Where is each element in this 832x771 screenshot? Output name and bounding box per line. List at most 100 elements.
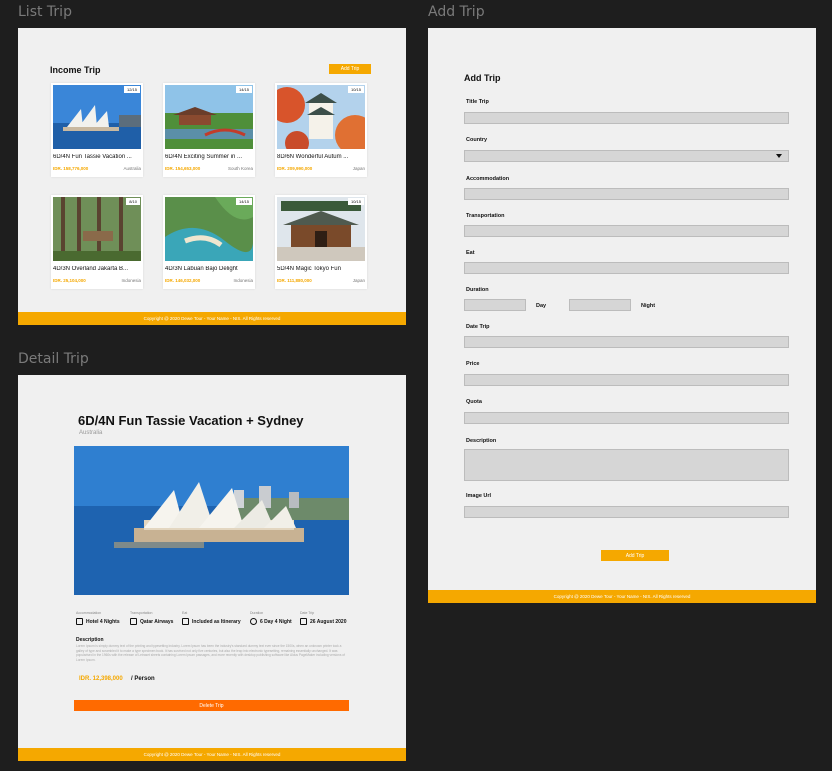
- info-date-trip: Date Trip 26 August 2020: [300, 611, 347, 625]
- description-title: Description: [76, 637, 104, 643]
- accommodation-input[interactable]: [464, 188, 789, 200]
- trip-card[interactable]: 8/10 4D/3N Overland Jakarta B... IDR. 25…: [51, 195, 143, 289]
- duration-night-input[interactable]: [569, 299, 631, 311]
- quota-badge: 12/15: [123, 86, 140, 93]
- trip-card-price: IDR. 146,032,000: [165, 278, 201, 283]
- trip-card[interactable]: 14/15 4D/3N Labuan Bajo Delight IDR. 146…: [163, 195, 255, 289]
- meal-icon: [182, 618, 189, 625]
- info-label: Duration: [250, 611, 264, 615]
- title-trip-label: Title Trip: [466, 99, 489, 105]
- hotel-icon: [76, 618, 83, 625]
- trip-price: IDR. 12,398,000: [79, 676, 123, 682]
- add-trip-frame: Add Trip Title Trip Country Accommodatio…: [428, 28, 816, 603]
- calendar-icon: [300, 618, 307, 625]
- trip-title: 6D/4N Fun Tassie Vacation + Sydney: [78, 413, 304, 428]
- info-eat: Eat Included as Itinerary: [182, 611, 241, 625]
- footer: Copyright @ 2020 Dewe Tour - Your Name -…: [428, 590, 816, 603]
- trip-card-image: [165, 197, 253, 261]
- delete-trip-button[interactable]: Delete Trip: [74, 700, 349, 711]
- trip-card[interactable]: 10/15 5D/4N Magic Tokyo Fun IDR. 111,880…: [275, 195, 367, 289]
- day-label: Day: [536, 303, 547, 309]
- info-value: Qatar Airways: [140, 618, 174, 625]
- description-textarea[interactable]: [464, 449, 789, 481]
- trip-card-image: [277, 197, 365, 261]
- price-label: Price: [466, 361, 480, 367]
- trip-card-country: Indonesia: [233, 278, 253, 283]
- info-value: Included as Itinerary: [192, 618, 241, 625]
- trip-country: Australia: [79, 430, 103, 436]
- night-label: Night: [641, 303, 656, 309]
- info-value: 26 August 2020: [310, 618, 347, 625]
- info-label: Accommodation: [76, 611, 102, 615]
- date-trip-label: Date Trip: [466, 324, 490, 330]
- image-url-label: Image Url: [466, 493, 492, 499]
- info-label: Date Trip: [300, 611, 315, 615]
- info-label: Eat: [182, 611, 188, 615]
- trip-card-title: 5D/4N Magic Tokyo Fun: [277, 266, 341, 272]
- income-trip-title: Income Trip: [50, 65, 101, 75]
- quota-badge: 8/10: [126, 198, 140, 205]
- trip-card-image: [53, 197, 141, 261]
- add-trip-submit-button[interactable]: Add Trip: [601, 550, 669, 561]
- quota-badge: 10/15: [347, 86, 364, 93]
- accommodation-label: Accommodation: [466, 176, 510, 182]
- trip-card-image: [277, 85, 365, 149]
- eat-label: Eat: [466, 250, 475, 256]
- footer: Copyright @ 2020 Dewe Tour - Your Name -…: [18, 748, 406, 761]
- trip-card-price: IDR. 111,880,000: [277, 278, 312, 283]
- duration-label: Duration: [466, 287, 489, 293]
- trip-card[interactable]: 14/15 6D/4N Exciting Summer in ... IDR. …: [163, 83, 255, 177]
- price-unit: / Person: [131, 676, 155, 682]
- detail-trip-frame-label: Detail Trip: [18, 351, 89, 367]
- trip-card[interactable]: 10/15 8D/6N Wonderful Autum ... IDR. 209…: [275, 83, 367, 177]
- date-trip-input[interactable]: [464, 336, 789, 348]
- add-trip-title: Add Trip: [464, 73, 501, 83]
- quota-badge: 14/15: [235, 86, 252, 93]
- eat-input[interactable]: [464, 262, 789, 274]
- add-trip-button[interactable]: Add Trip: [329, 64, 371, 74]
- quota-input[interactable]: [464, 412, 789, 424]
- description-label: Description: [466, 438, 497, 444]
- list-trip-frame: Income Trip Add Trip 12/15 6D/4N Fun Tas…: [18, 28, 406, 325]
- trip-card-country: South Korea: [227, 166, 253, 171]
- trip-card-price: IDR. 209,990,000: [277, 166, 313, 171]
- transportation-label: Transportation: [466, 213, 505, 219]
- quota-badge: 14/15: [235, 198, 252, 205]
- trip-card-image: [165, 85, 253, 149]
- price-input[interactable]: [464, 374, 789, 386]
- info-value: Hotel 4 Nights: [86, 618, 120, 625]
- title-trip-input[interactable]: [464, 112, 789, 124]
- trip-card-country: Australia: [123, 166, 141, 171]
- quota-badge: 10/15: [347, 198, 364, 205]
- image-url-input[interactable]: [464, 506, 789, 518]
- info-transportation: Transportation Qatar Airways: [130, 611, 173, 625]
- clock-icon: [250, 618, 257, 625]
- trip-card-price: IDR. 25,104,000: [53, 278, 86, 283]
- trip-card-title: 4D/3N Labuan Bajo Delight: [165, 266, 238, 272]
- quota-label: Quota: [466, 399, 482, 405]
- trip-card[interactable]: 12/15 6D/4N Fun Tassie Vacation ... IDR.…: [51, 83, 143, 177]
- trip-main-photo: [74, 446, 349, 595]
- info-duration: Duration 6 Day 4 Night: [250, 611, 292, 625]
- trip-card-country: Japan: [352, 166, 365, 171]
- country-select[interactable]: [464, 150, 789, 162]
- plane-icon: [130, 618, 137, 625]
- info-label: Transportation: [130, 611, 153, 615]
- detail-trip-frame: 6D/4N Fun Tassie Vacation + Sydney Austr…: [18, 375, 406, 761]
- trip-card-price: IDR. 154,653,000: [165, 166, 201, 171]
- add-trip-frame-label: Add Trip: [428, 4, 485, 20]
- chevron-down-icon: [776, 154, 782, 158]
- duration-day-input[interactable]: [464, 299, 526, 311]
- info-value: 6 Day 4 Night: [260, 618, 292, 625]
- trip-card-price: IDR. 158,776,000: [53, 166, 89, 171]
- description-text: Lorem Ipsum is simply dummy text of the …: [76, 644, 345, 662]
- trip-card-title: 8D/6N Wonderful Autum ...: [277, 154, 349, 160]
- trip-card-title: 6D/4N Exciting Summer in ...: [165, 154, 243, 160]
- trip-card-country: Indonesia: [121, 278, 141, 283]
- trip-card-title: 6D/4N Fun Tassie Vacation ...: [53, 154, 132, 160]
- info-accommodation: Accommodation Hotel 4 Nights: [76, 611, 120, 625]
- transportation-input[interactable]: [464, 225, 789, 237]
- footer: Copyright @ 2020 Dewe Tour - Your Name -…: [18, 312, 406, 325]
- trip-card-image: [53, 85, 141, 149]
- list-trip-frame-label: List Trip: [18, 4, 72, 20]
